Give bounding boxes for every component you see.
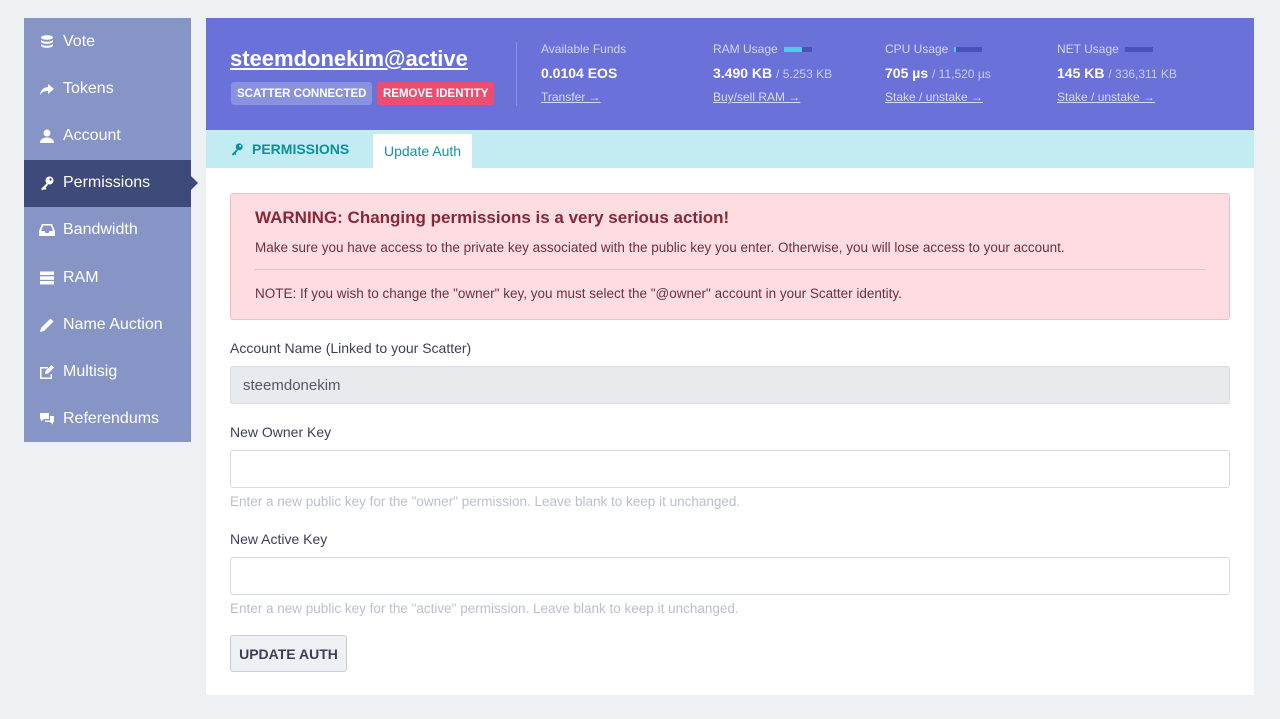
warning-divider bbox=[255, 269, 1205, 270]
tab-permissions[interactable]: PERMISSIONS bbox=[230, 130, 349, 168]
sidebar-item-label: Vote bbox=[63, 32, 96, 50]
sidebar-item-label: Multisig bbox=[63, 362, 118, 380]
account-name-link[interactable]: steemdonekim@active bbox=[230, 46, 468, 72]
buy-sell-ram-link[interactable]: Buy/sell RAM → bbox=[713, 90, 873, 104]
key-icon bbox=[38, 174, 56, 192]
stat-label: NET Usage bbox=[1057, 42, 1217, 56]
server-icon bbox=[38, 269, 56, 287]
tab-label: PERMISSIONS bbox=[252, 141, 350, 157]
update-auth-form: WARNING: Changing permissions is a very … bbox=[230, 193, 1230, 672]
account-name-label: Account Name (Linked to your Scatter) bbox=[230, 340, 472, 356]
sidebar-item-vote[interactable]: Vote bbox=[24, 18, 191, 65]
inbox-icon bbox=[38, 221, 56, 239]
stat-label: Available Funds bbox=[541, 42, 627, 56]
update-auth-button[interactable]: UPDATE AUTH bbox=[230, 635, 347, 672]
ram-usage-stat: RAM Usage 3.490 KB / 5.253 KB Buy/sell R… bbox=[713, 42, 873, 104]
stat-value: 145 KB / 336,311 KB bbox=[1057, 65, 1177, 81]
key-icon bbox=[231, 143, 243, 156]
user-icon bbox=[38, 127, 56, 145]
owner-key-input[interactable] bbox=[230, 450, 1230, 488]
available-funds-stat: Available Funds 0.0104 EOS Transfer → bbox=[541, 42, 701, 104]
pencil-icon bbox=[38, 316, 56, 334]
sidebar-item-label: Name Auction bbox=[63, 315, 163, 333]
account-name-field: steemdonekim bbox=[230, 366, 1230, 404]
warning-text: Make sure you have access to the private… bbox=[255, 240, 1065, 255]
share-arrow-icon bbox=[38, 80, 56, 98]
main-panel: steemdonekim@active SCATTER CONNECTED RE… bbox=[206, 18, 1254, 695]
active-key-label: New Active Key bbox=[230, 531, 328, 547]
warning-title: WARNING: Changing permissions is a very … bbox=[255, 208, 730, 227]
stat-label: CPU Usage bbox=[885, 42, 1045, 56]
scatter-connected-badge: SCATTER CONNECTED bbox=[231, 82, 373, 105]
owner-key-help: Enter a new public key for the "owner" p… bbox=[230, 494, 741, 509]
sidebar-item-bandwidth[interactable]: Bandwidth bbox=[24, 207, 191, 254]
transfer-link[interactable]: Transfer → bbox=[541, 90, 701, 104]
header-divider bbox=[516, 42, 517, 106]
sidebar-item-label: Permissions bbox=[63, 174, 151, 192]
owner-key-label: New Owner Key bbox=[230, 424, 332, 440]
warning-alert: WARNING: Changing permissions is a very … bbox=[230, 193, 1230, 320]
warning-note: NOTE: If you wish to change the "owner" … bbox=[255, 286, 902, 301]
tab-bar: PERMISSIONS Update Auth bbox=[206, 130, 1254, 168]
active-key-input[interactable] bbox=[230, 557, 1230, 595]
cpu-usage-bar bbox=[954, 46, 983, 52]
sidebar-item-label: Tokens bbox=[63, 79, 114, 97]
net-stake-link[interactable]: Stake / unstake → bbox=[1057, 90, 1217, 104]
sidebar-item-ram[interactable]: RAM bbox=[24, 254, 191, 301]
coins-icon bbox=[38, 33, 56, 51]
ram-usage-bar bbox=[783, 46, 812, 52]
sidebar-item-tokens[interactable]: Tokens bbox=[24, 65, 191, 112]
sidebar-item-label: Referendums bbox=[63, 410, 160, 428]
tab-update-auth[interactable]: Update Auth bbox=[373, 134, 472, 168]
edit-icon bbox=[38, 363, 56, 381]
comments-icon bbox=[38, 410, 56, 428]
sidebar: Vote Tokens Account Permissions Bandwidt… bbox=[24, 18, 198, 443]
net-usage-bar bbox=[1124, 46, 1153, 52]
sidebar-item-label: Bandwidth bbox=[63, 221, 138, 239]
stat-label: RAM Usage bbox=[713, 42, 873, 56]
remove-identity-button[interactable]: REMOVE IDENTITY bbox=[377, 82, 495, 105]
net-usage-stat: NET Usage 145 KB / 336,311 KB Stake / un… bbox=[1057, 42, 1217, 104]
cpu-usage-stat: CPU Usage 705 µs / 11,520 µs Stake / uns… bbox=[885, 42, 1045, 104]
sidebar-item-label: RAM bbox=[63, 268, 99, 286]
sidebar-item-label: Account bbox=[63, 126, 121, 144]
stat-value: 705 µs / 11,520 µs bbox=[885, 65, 991, 81]
stat-value: 3.490 KB / 5.253 KB bbox=[713, 65, 833, 81]
cpu-stake-link[interactable]: Stake / unstake → bbox=[885, 90, 1045, 104]
sidebar-item-permissions[interactable]: Permissions bbox=[24, 159, 198, 207]
sidebar-item-multisig[interactable]: Multisig bbox=[24, 348, 191, 395]
sidebar-item-name-auction[interactable]: Name Auction bbox=[24, 301, 191, 348]
stat-value: 0.0104 EOS bbox=[541, 65, 618, 81]
sidebar-item-referendums[interactable]: Referendums bbox=[24, 396, 191, 443]
sidebar-item-account[interactable]: Account bbox=[24, 112, 191, 159]
active-key-help: Enter a new public key for the "active" … bbox=[230, 601, 739, 616]
account-header: steemdonekim@active SCATTER CONNECTED RE… bbox=[206, 18, 1254, 130]
